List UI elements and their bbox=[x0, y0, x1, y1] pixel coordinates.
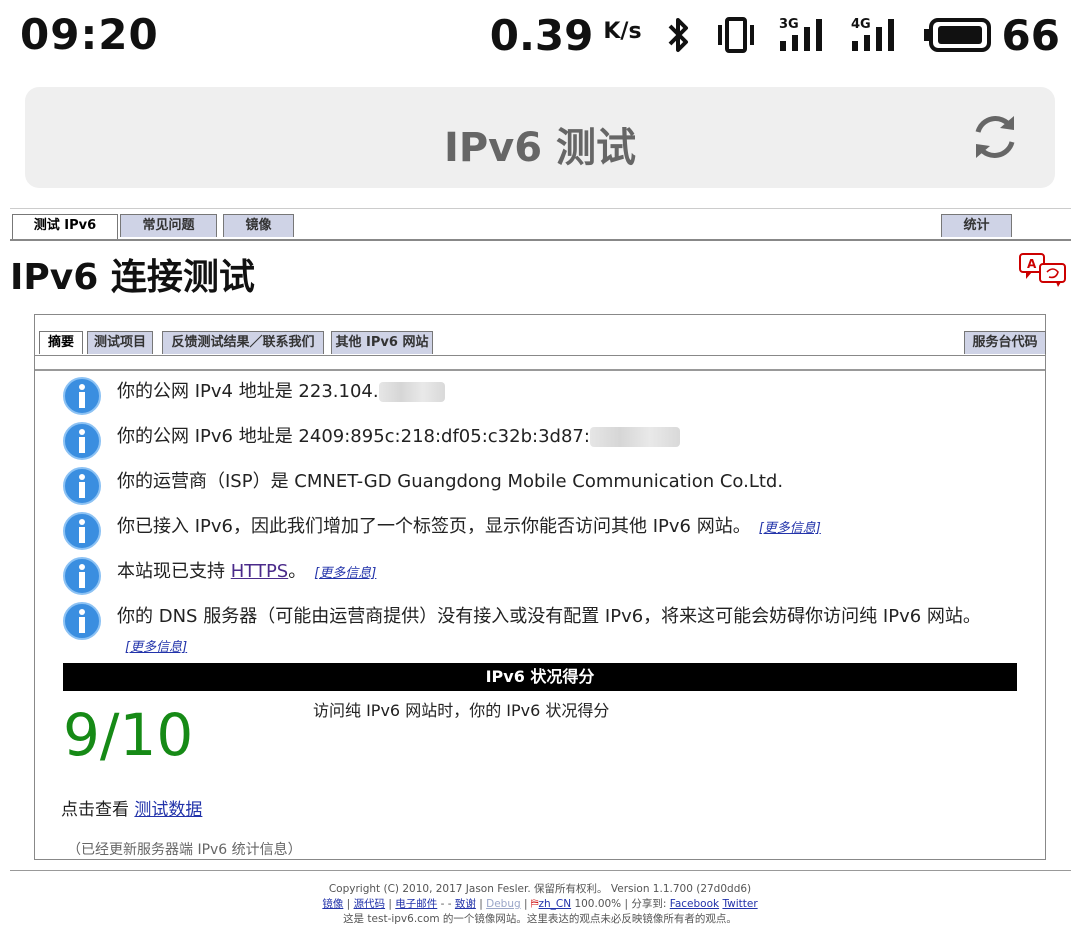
score-value: 9/10 bbox=[63, 701, 194, 769]
translate-icon[interactable]: A bbox=[1018, 252, 1068, 292]
info-ipv6: 你的公网 IPv6 地址是 2409:895c:218:df05:c32b:3d… bbox=[63, 416, 1023, 461]
info-https: 本站现已支持 HTTPS。 [更多信息] bbox=[63, 551, 1023, 596]
footer-link-twitter[interactable]: Twitter bbox=[722, 898, 757, 910]
footer-links: 镜像 | 源代码 | 电子邮件 - - 致谢 | Debug | ⛿zh_CN … bbox=[322, 898, 758, 910]
more-info-link[interactable]: [更多信息] bbox=[125, 640, 187, 655]
bluetooth-icon bbox=[664, 15, 694, 55]
status-bar: 09:20 0.39 K/s 3G 4G 66 bbox=[0, 0, 1080, 70]
info-icon bbox=[63, 557, 101, 599]
view-data-label: 点击查看 bbox=[61, 800, 135, 820]
footer-link-facebook[interactable]: Facebook bbox=[670, 898, 719, 910]
https-link[interactable]: HTTPS bbox=[231, 561, 289, 582]
tab-summary[interactable]: 摘要 bbox=[39, 331, 83, 354]
footer-link-thanks[interactable]: 致谢 bbox=[455, 898, 476, 910]
signal-4g-icon: 4G bbox=[850, 15, 900, 55]
battery-icon bbox=[922, 15, 992, 55]
https-suffix: 。 bbox=[288, 561, 307, 582]
page-title: IPv6 连接测试 bbox=[10, 257, 255, 298]
footer-separator: - bbox=[437, 898, 448, 910]
redacted-block bbox=[378, 382, 445, 402]
vibrate-icon bbox=[716, 15, 756, 55]
tab-faq[interactable]: 常见问题 bbox=[120, 214, 217, 237]
network-speed-unit: K/s bbox=[603, 18, 642, 44]
tab-helpdesk[interactable]: 服务台代码 bbox=[964, 331, 1046, 354]
info-ipv4: 你的公网 IPv4 地址是 223.104. bbox=[63, 371, 1023, 416]
footer-divider bbox=[10, 870, 1071, 871]
svg-text:A: A bbox=[1027, 257, 1037, 271]
battery-level: 66 bbox=[1001, 10, 1060, 60]
reload-icon bbox=[975, 116, 1015, 158]
info-icon bbox=[63, 467, 101, 509]
footer-link-source[interactable]: 源代码 bbox=[354, 898, 386, 910]
redacted-block bbox=[589, 427, 680, 447]
info-ipv6-tab: 你已接入 IPv6，因此我们增加了一个标签页，显示你能否访问其他 IPv6 网站… bbox=[63, 506, 1023, 551]
more-info-link[interactable]: [更多信息] bbox=[759, 521, 821, 536]
info-icon bbox=[63, 422, 101, 464]
footer: Copyright (C) 2010, 2017 Jason Fesler. 保… bbox=[0, 882, 1080, 927]
more-info-link[interactable]: [更多信息] bbox=[314, 566, 376, 581]
info-icon bbox=[63, 512, 101, 554]
browser-title-bar: IPv6 测试 bbox=[25, 87, 1055, 188]
footer-link-locale[interactable]: zh_CN bbox=[538, 898, 571, 910]
https-text: 本站现已支持 bbox=[117, 561, 231, 582]
tab-other-sites[interactable]: 其他 IPv6 网站 bbox=[331, 331, 433, 354]
info-list: 你的公网 IPv4 地址是 223.104. 你的公网 IPv6 地址是 240… bbox=[63, 371, 1023, 661]
footer-link-mirror[interactable]: 镜像 bbox=[322, 898, 343, 910]
signal-3g-label: 3G bbox=[779, 17, 799, 32]
share-label: 分享到: bbox=[631, 898, 667, 910]
tab-mirror[interactable]: 镜像 bbox=[223, 214, 294, 237]
ipv6-tab-text: 你已接入 IPv6，因此我们增加了一个标签页，显示你能否访问其他 IPv6 网站… bbox=[117, 516, 751, 537]
info-isp: 你的运营商（ISP）是 CMNET-GD Guangdong Mobile Co… bbox=[63, 461, 1023, 506]
info-dns: 你的 DNS 服务器（可能由运营商提供）没有接入或没有配置 IPv6，将来这可能… bbox=[63, 596, 1023, 661]
top-tab-bar: 测试 IPv6 常见问题 镜像 统计 bbox=[10, 208, 1071, 241]
inner-tab-bar: 摘要 测试项目 反馈测试结果／联系我们 其他 IPv6 网站 服务台代码 bbox=[35, 329, 1046, 356]
info-icon bbox=[63, 602, 101, 644]
dns-text: 你的 DNS 服务器（可能由运营商提供）没有接入或没有配置 IPv6，将来这可能… bbox=[117, 606, 981, 627]
tab-feedback[interactable]: 反馈测试结果／联系我们 bbox=[162, 331, 324, 354]
signal-3g-icon: 3G bbox=[778, 15, 828, 55]
ipv4-address: 你的公网 IPv4 地址是 223.104. bbox=[117, 381, 379, 402]
tab-test-ipv6[interactable]: 测试 IPv6 bbox=[12, 214, 118, 239]
score-header: IPv6 状况得分 bbox=[63, 663, 1017, 691]
tab-tests[interactable]: 测试项目 bbox=[87, 331, 153, 354]
network-speed: 0.39 bbox=[489, 10, 594, 60]
reload-button[interactable] bbox=[970, 112, 1020, 166]
ipv6-address: 你的公网 IPv6 地址是 2409:895c:218:df05:c32b:3d… bbox=[117, 426, 590, 447]
copyright-text: Copyright (C) 2010, 2017 Jason Fesler. 保… bbox=[328, 883, 752, 895]
info-icon bbox=[63, 377, 101, 419]
status-time: 09:20 bbox=[20, 10, 159, 59]
locale-percent: 100.00% bbox=[574, 898, 622, 910]
browser-title: IPv6 测试 bbox=[443, 125, 637, 171]
status-icons: 0.39 K/s 3G 4G 66 bbox=[490, 10, 1060, 60]
signal-4g-label: 4G bbox=[851, 17, 871, 32]
view-test-data: 点击查看 测试数据 bbox=[61, 795, 202, 820]
mirror-note: 这是 test-ipv6.com 的一个镜像网站。这里表达的观点未必反映镜像所有… bbox=[343, 913, 737, 925]
isp-text: 你的运营商（ISP）是 CMNET-GD Guangdong Mobile Co… bbox=[117, 471, 784, 492]
tab-stats[interactable]: 统计 bbox=[941, 214, 1012, 237]
score-description: 访问纯 IPv6 网站时，你的 IPv6 状况得分 bbox=[313, 701, 610, 720]
stats-updated-note: （已经更新服务器端 IPv6 统计信息） bbox=[67, 842, 302, 858]
footer-link-email[interactable]: 电子邮件 bbox=[395, 898, 437, 910]
main-panel: 摘要 测试项目 反馈测试结果／联系我们 其他 IPv6 网站 服务台代码 你的公… bbox=[34, 314, 1046, 860]
test-data-link[interactable]: 测试数据 bbox=[134, 800, 202, 820]
footer-link-debug[interactable]: Debug bbox=[486, 898, 521, 910]
